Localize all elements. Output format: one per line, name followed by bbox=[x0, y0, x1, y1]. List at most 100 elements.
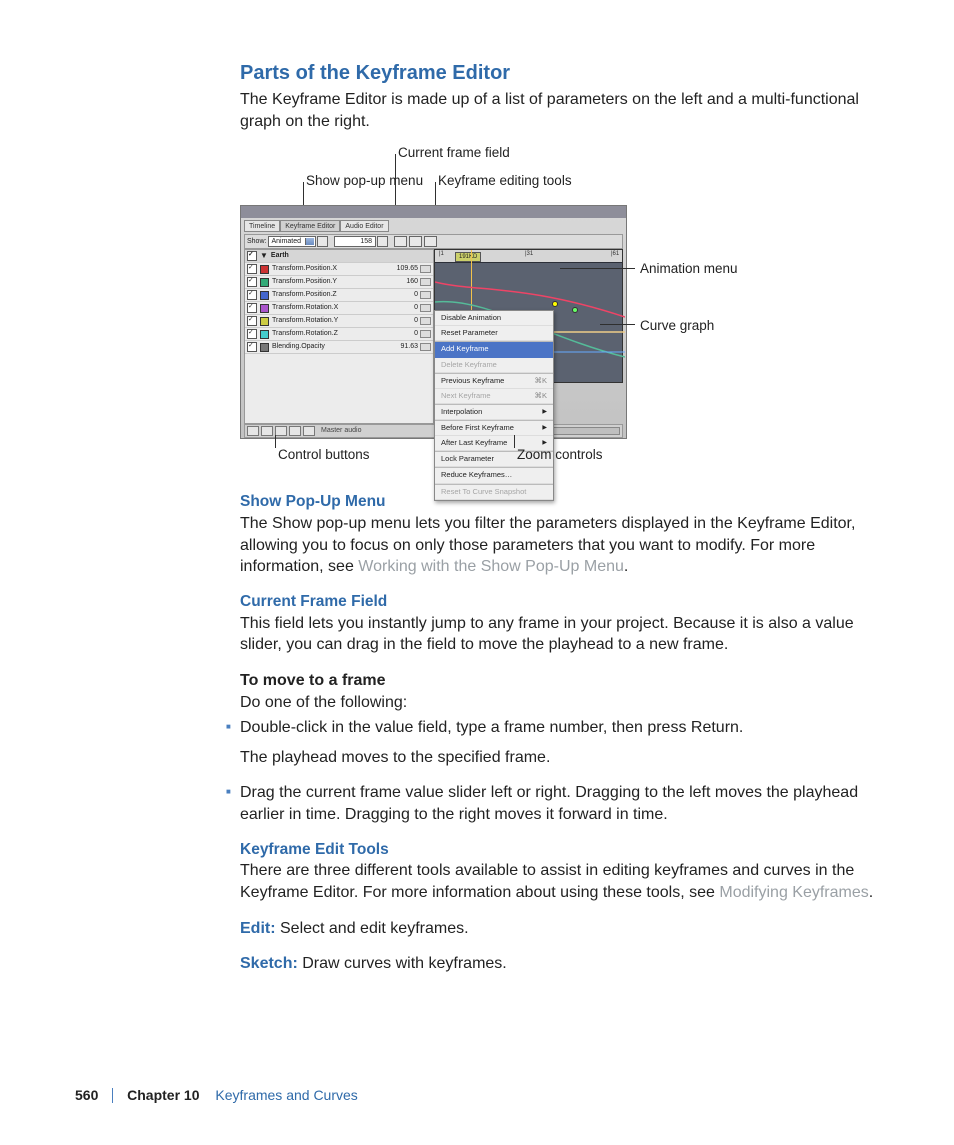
animation-menu-button[interactable] bbox=[420, 330, 431, 338]
param-name: Transform.Rotation.Y bbox=[272, 316, 385, 325]
menu-item[interactable]: Interpolation bbox=[435, 405, 553, 420]
next-kf-button[interactable] bbox=[275, 426, 287, 436]
callout-animation-menu: Animation menu bbox=[640, 260, 738, 278]
callout-show-popup: Show pop-up menu bbox=[306, 172, 423, 190]
param-row[interactable]: Transform.Rotation.X0 bbox=[245, 302, 433, 315]
control-buttons: Master audio bbox=[244, 424, 438, 438]
keyframe-editor-window: Timeline Keyframe Editor Audio Editor Sh… bbox=[240, 205, 627, 439]
param-row[interactable]: Blending.Opacity91.63 bbox=[245, 341, 433, 354]
frame-prev-button[interactable] bbox=[317, 236, 328, 247]
term-edit: Edit: Select and edit keyframes. bbox=[240, 918, 890, 940]
menu-item[interactable]: Before First Keyframe bbox=[435, 421, 553, 436]
param-row[interactable]: Transform.Position.X109.65 bbox=[245, 263, 433, 276]
list-item: Double-click in the value field, type a … bbox=[226, 717, 890, 768]
show-popup-menu[interactable]: Animated bbox=[268, 236, 316, 247]
param-row[interactable]: Transform.Position.Z0 bbox=[245, 289, 433, 302]
subheading-edit-tools: Keyframe Edit Tools bbox=[240, 840, 890, 861]
parameter-list: ▼ Earth Transform.Position.X109.65Transf… bbox=[244, 249, 434, 424]
param-value[interactable]: 0 bbox=[388, 290, 418, 299]
enable-checkbox[interactable] bbox=[247, 264, 257, 274]
menu-item: Next Keyframe⌘K bbox=[435, 389, 553, 404]
keyframe-editor-figure: Current frame field Show pop-up menu Key… bbox=[240, 150, 890, 470]
tab-timeline[interactable]: Timeline bbox=[244, 220, 280, 232]
animation-menu-button[interactable] bbox=[420, 278, 431, 286]
enable-checkbox[interactable] bbox=[247, 290, 257, 300]
leader-line bbox=[514, 435, 515, 448]
animation-menu-button[interactable] bbox=[420, 265, 431, 273]
para-show-popup: The Show pop-up menu lets you filter the… bbox=[240, 513, 890, 578]
current-frame-field[interactable]: 158 bbox=[334, 236, 376, 247]
enable-checkbox[interactable] bbox=[247, 316, 257, 326]
enable-checkbox[interactable] bbox=[247, 329, 257, 339]
param-name: Transform.Position.X bbox=[272, 264, 385, 273]
enable-checkbox[interactable] bbox=[247, 303, 257, 313]
fit-button[interactable] bbox=[247, 426, 259, 436]
root-row[interactable]: ▼ Earth bbox=[245, 250, 433, 263]
clear-button[interactable] bbox=[303, 426, 315, 436]
page-number: 560 bbox=[75, 1087, 98, 1103]
animation-menu-button[interactable] bbox=[420, 291, 431, 299]
controls-label: Master audio bbox=[321, 426, 361, 435]
task-intro: Do one of the following: bbox=[240, 692, 890, 714]
menu-item[interactable]: Reduce Keyframes… bbox=[435, 468, 553, 483]
enable-checkbox[interactable] bbox=[247, 251, 257, 261]
subheading-show-popup: Show Pop-Up Menu bbox=[240, 492, 890, 513]
link-modifying-keyframes[interactable]: Modifying Keyframes bbox=[719, 884, 868, 901]
menu-item: Reset To Curve Snapshot bbox=[435, 485, 553, 500]
callout-zoom-controls: Zoom controls bbox=[517, 446, 603, 464]
callout-keyframe-tools: Keyframe editing tools bbox=[438, 172, 572, 190]
callout-curve-graph: Curve graph bbox=[640, 317, 714, 335]
color-swatch bbox=[260, 304, 269, 313]
edit-tool[interactable] bbox=[394, 236, 407, 247]
sketch-tool[interactable] bbox=[409, 236, 422, 247]
chapter-title: Keyframes and Curves bbox=[215, 1087, 357, 1103]
step-list: Double-click in the value field, type a … bbox=[226, 717, 890, 825]
section-heading: Parts of the Keyframe Editor bbox=[240, 60, 890, 87]
tab-keyframe-editor[interactable]: Keyframe Editor bbox=[280, 220, 340, 232]
list-item: Drag the current frame value slider left… bbox=[226, 782, 890, 825]
animation-menu-button[interactable] bbox=[420, 304, 431, 312]
param-name: Transform.Rotation.Z bbox=[272, 329, 385, 338]
param-value[interactable]: 0 bbox=[388, 303, 418, 312]
menu-item[interactable]: Previous Keyframe⌘K bbox=[435, 374, 553, 389]
color-swatch bbox=[260, 343, 269, 352]
subheading-current-frame: Current Frame Field bbox=[240, 592, 890, 613]
param-name: Transform.Rotation.X bbox=[272, 303, 385, 312]
menu-item[interactable]: Add Keyframe bbox=[435, 342, 553, 357]
tab-audio-editor[interactable]: Audio Editor bbox=[340, 220, 388, 232]
task-heading: To move to a frame bbox=[240, 670, 890, 692]
param-row[interactable]: Transform.Position.Y160 bbox=[245, 276, 433, 289]
animation-menu-button[interactable] bbox=[420, 317, 431, 325]
leader-line bbox=[275, 435, 276, 448]
color-swatch bbox=[260, 278, 269, 287]
page-footer: 560 Chapter 10 Keyframes and Curves bbox=[75, 1086, 875, 1105]
animation-menu[interactable]: Disable AnimationReset ParameterAdd Keyf… bbox=[434, 310, 554, 501]
transform-tool[interactable] bbox=[424, 236, 437, 247]
menu-item[interactable]: Disable Animation bbox=[435, 311, 553, 326]
color-swatch bbox=[260, 317, 269, 326]
enable-checkbox[interactable] bbox=[247, 342, 257, 352]
show-label: Show: bbox=[247, 237, 266, 246]
callout-control-buttons: Control buttons bbox=[278, 446, 370, 464]
color-swatch bbox=[260, 291, 269, 300]
leader-line bbox=[600, 324, 635, 325]
param-value[interactable]: 91.63 bbox=[388, 342, 418, 351]
param-value[interactable]: 0 bbox=[388, 329, 418, 338]
editor-toolbar: Show: Animated 158 bbox=[244, 234, 623, 249]
animation-menu-button[interactable] bbox=[420, 343, 431, 351]
param-row[interactable]: Transform.Rotation.Z0 bbox=[245, 328, 433, 341]
enable-checkbox[interactable] bbox=[247, 277, 257, 287]
menu-item[interactable]: Reset Parameter bbox=[435, 326, 553, 341]
link-show-popup[interactable]: Working with the Show Pop-Up Menu bbox=[358, 558, 624, 575]
param-value[interactable]: 109.65 bbox=[388, 264, 418, 273]
param-row[interactable]: Transform.Rotation.Y0 bbox=[245, 315, 433, 328]
color-swatch bbox=[260, 330, 269, 339]
param-value[interactable]: 160 bbox=[388, 277, 418, 286]
frame-next-button[interactable] bbox=[377, 236, 388, 247]
param-value[interactable]: 0 bbox=[388, 316, 418, 325]
chapter-number: Chapter 10 bbox=[127, 1087, 199, 1103]
param-name: Transform.Position.Z bbox=[272, 290, 385, 299]
para-edit-tools: There are three different tools availabl… bbox=[240, 860, 890, 903]
prev-kf-button[interactable] bbox=[261, 426, 273, 436]
snapshot-button[interactable] bbox=[289, 426, 301, 436]
